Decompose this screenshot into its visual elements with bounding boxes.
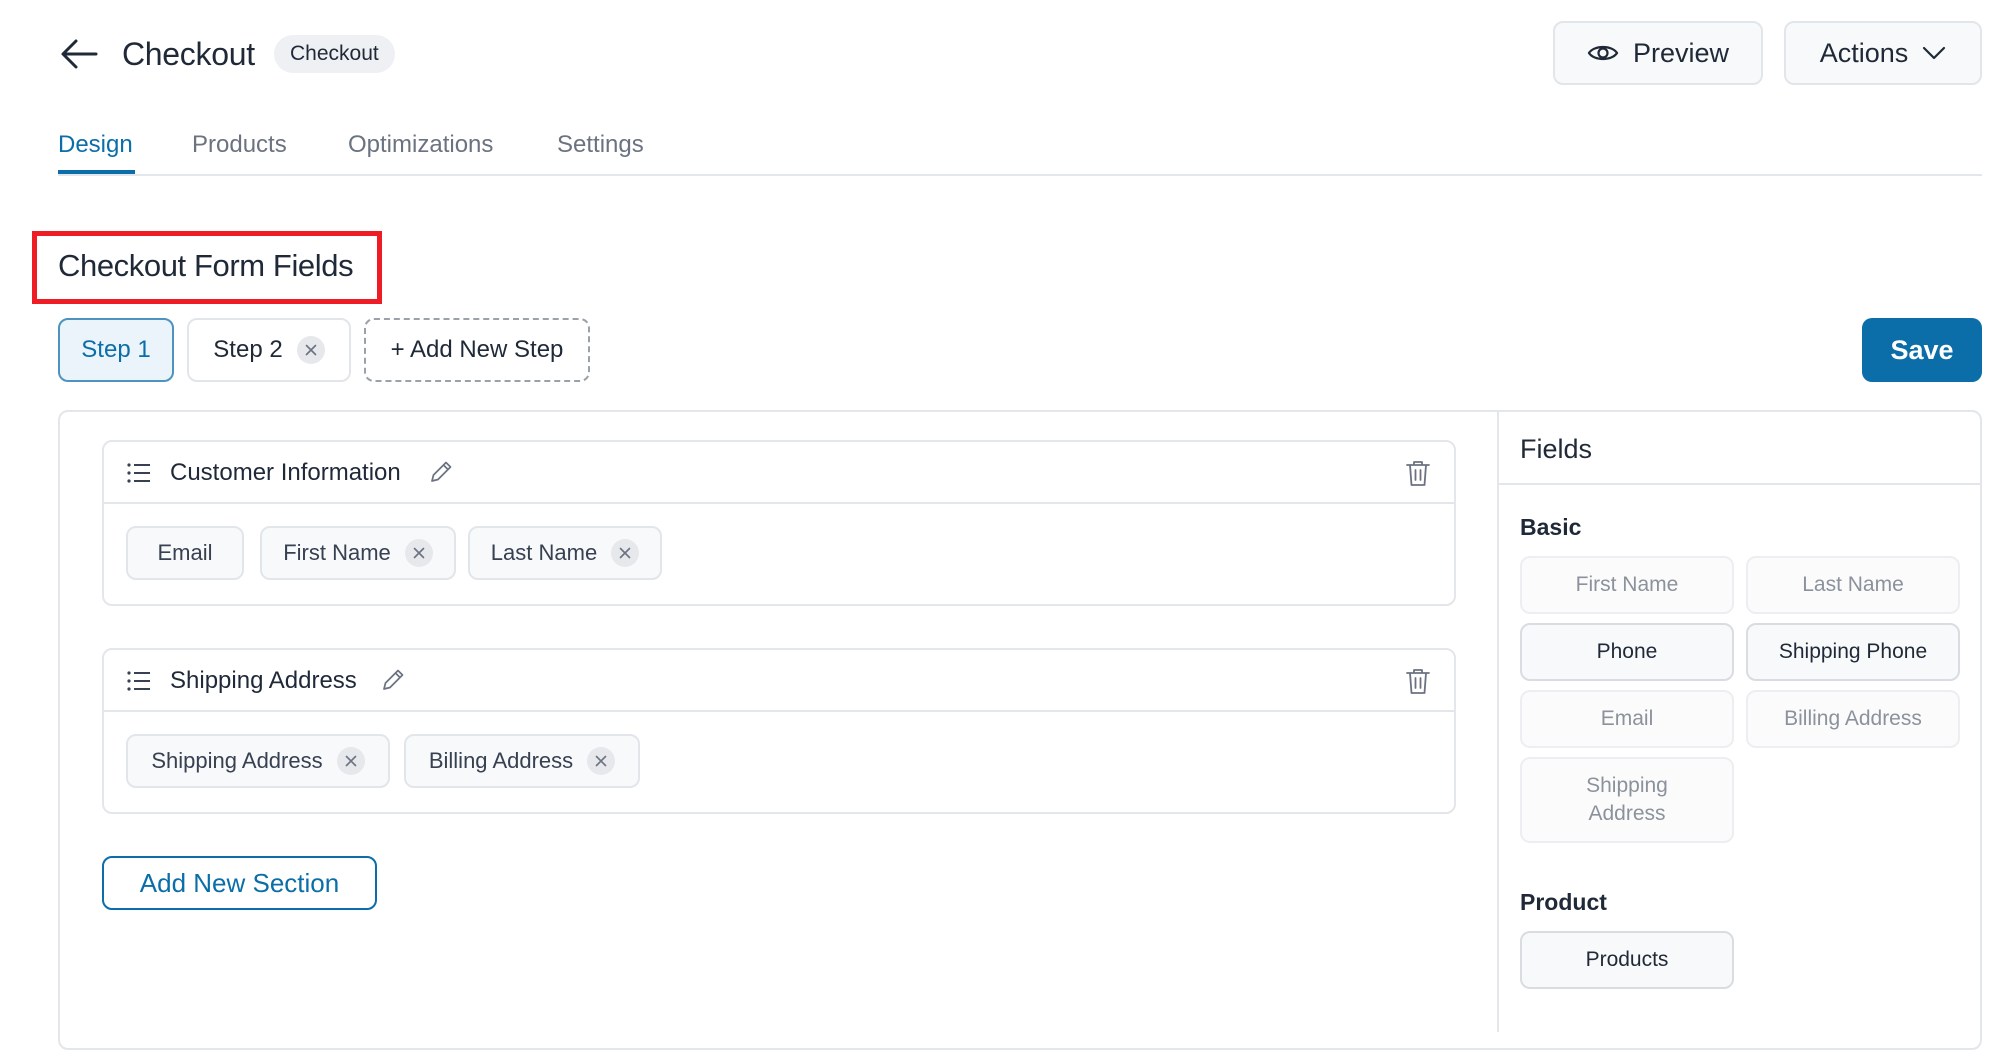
close-icon [619, 547, 631, 559]
eye-icon [1587, 45, 1619, 61]
field-group-basic: Basic [1520, 514, 1582, 540]
field-chip-label: Last Name [490, 540, 598, 565]
fields-panel-title: Fields [1520, 434, 1593, 464]
field-chip-last-name[interactable]: Last Name [468, 526, 662, 580]
trash-icon[interactable] [1404, 666, 1432, 696]
section-header: Shipping Address [104, 650, 1454, 712]
remove-field-button[interactable] [611, 539, 640, 567]
section-title-customer-information: Customer Information [170, 459, 401, 486]
tab-settings[interactable]: Settings [557, 128, 644, 162]
save-label: Save [1890, 334, 1954, 365]
close-icon [595, 755, 607, 767]
preview-label: Preview [1632, 37, 1730, 68]
field-chip-label: Billing Address [428, 748, 574, 773]
field-group-product: Product [1520, 889, 1607, 915]
field-option-products[interactable]: Products [1520, 931, 1734, 989]
page-type-badge: Checkout [274, 35, 395, 73]
field-option-first-name[interactable]: First Name [1520, 556, 1734, 614]
highlight-box [32, 231, 382, 304]
close-icon [305, 344, 316, 356]
add-new-section-label: Add New Section [139, 867, 340, 898]
tab-design[interactable]: Design [58, 128, 133, 162]
step-1-label: Step 1 [81, 336, 151, 363]
actions-label: Actions [1819, 37, 1909, 68]
arrow-left-icon [61, 39, 98, 69]
chevron-down-icon [1923, 46, 1946, 60]
remove-field-button[interactable] [404, 539, 433, 567]
field-option-billing-address[interactable]: Billing Address [1746, 690, 1960, 748]
field-chip-shipping-address[interactable]: Shipping Address [126, 734, 390, 788]
close-icon [345, 755, 356, 767]
tab-products[interactable]: Products [192, 128, 287, 162]
back-button[interactable] [58, 34, 100, 74]
field-option-last-name[interactable]: Last Name [1746, 556, 1960, 614]
actions-dropdown[interactable]: Actions [1784, 21, 1982, 85]
trash-icon[interactable] [1404, 458, 1432, 488]
list-icon[interactable] [126, 668, 152, 694]
field-chip-label: First Name [283, 540, 391, 565]
step-2-label: Step 2 [213, 336, 283, 363]
save-button[interactable]: Save [1862, 318, 1982, 382]
step-1-tab[interactable]: Step 1 [58, 318, 174, 382]
field-option-shipping-address[interactable]: Shipping Address [1520, 757, 1734, 843]
field-chip-billing-address[interactable]: Billing Address [404, 734, 640, 788]
tabs-divider [58, 174, 1982, 176]
remove-step-button[interactable] [296, 336, 325, 364]
section-title-shipping-address: Shipping Address [170, 667, 357, 694]
pencil-icon[interactable] [380, 667, 406, 693]
field-option-email[interactable]: Email [1520, 690, 1734, 748]
section-card-customer-information: Customer Information Email First Name La… [102, 440, 1456, 606]
preview-button[interactable]: Preview [1553, 21, 1763, 85]
field-chip-email[interactable]: Email [126, 526, 244, 580]
step-2-tab[interactable]: Step 2 [187, 318, 351, 382]
list-icon[interactable] [126, 460, 152, 486]
field-option-shipping-phone[interactable]: Shipping Phone [1746, 623, 1960, 681]
field-chip-label: Email [157, 540, 213, 565]
field-chip-label: Shipping Address [151, 748, 323, 773]
pencil-icon[interactable] [428, 459, 454, 485]
field-chip-first-name[interactable]: First Name [260, 526, 456, 580]
tab-optimizations[interactable]: Optimizations [348, 128, 493, 162]
remove-field-button[interactable] [587, 747, 616, 775]
add-new-step-label: + Add New Step [390, 336, 564, 363]
add-new-step-button[interactable]: + Add New Step [364, 318, 590, 382]
remove-field-button[interactable] [336, 747, 365, 775]
close-icon [413, 547, 425, 559]
add-new-section-button[interactable]: Add New Section [102, 856, 377, 910]
field-option-phone[interactable]: Phone [1520, 623, 1734, 681]
fields-panel-divider [1499, 483, 1980, 485]
section-card-shipping-address: Shipping Address Shipping Address Billin… [102, 648, 1456, 814]
page-title: Checkout [122, 36, 255, 72]
panel-divider [1497, 412, 1499, 1032]
section-header: Customer Information [104, 442, 1454, 504]
